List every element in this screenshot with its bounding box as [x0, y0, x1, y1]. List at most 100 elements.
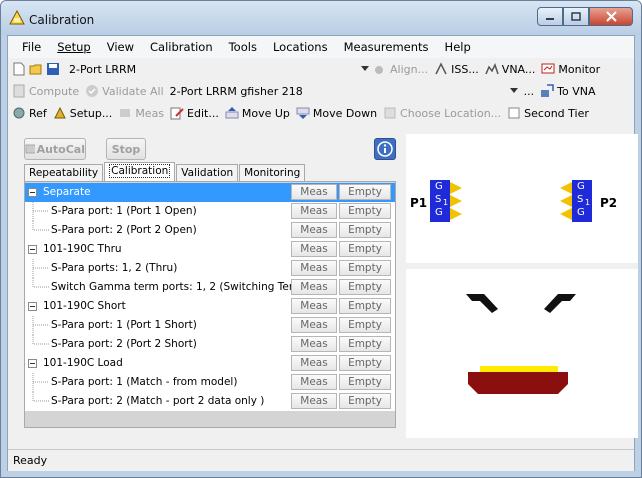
monitor-button[interactable]: Monitor [541, 62, 600, 76]
edit-button[interactable]: Edit... [170, 106, 219, 120]
step-row[interactable]: S-Para port: 2 (Match - port 2 data only… [25, 392, 395, 411]
stop-button[interactable]: Stop [106, 138, 146, 160]
tab-monitoring[interactable]: Monitoring [239, 164, 306, 181]
menu-measurements[interactable]: Measurements [338, 40, 439, 54]
empty-cell-button[interactable]: Empty [339, 298, 391, 314]
validate-all-button[interactable]: Validate All [85, 84, 164, 98]
vna-button[interactable]: VNA... [485, 62, 535, 76]
meas-cell-button[interactable]: Meas [291, 298, 337, 314]
to-vna-button[interactable]: To VNA [540, 84, 596, 98]
group-row-short[interactable]: 101-190C Short Meas Empty [25, 297, 395, 316]
save-icon[interactable] [46, 62, 60, 76]
step-row[interactable]: S-Para port: 1 (Port 1 Open) Meas Empty [25, 202, 395, 221]
menu-calibration[interactable]: Calibration [144, 40, 223, 54]
empty-cell-button[interactable]: Empty [339, 393, 391, 409]
info-button[interactable] [374, 138, 396, 160]
setup-button[interactable]: Setup... [53, 106, 112, 120]
info-icon [377, 141, 393, 157]
minimize-button[interactable] [537, 7, 563, 26]
empty-cell-button[interactable]: Empty [339, 184, 391, 200]
empty-cell-button[interactable]: Empty [339, 260, 391, 276]
empty-cell-button[interactable]: Empty [339, 279, 391, 295]
second-tier-button[interactable]: Second Tier [507, 106, 589, 120]
row-label: 101-190C Load [43, 357, 123, 369]
iss-button[interactable]: ISS... [434, 62, 479, 76]
tab-repeatability[interactable]: Repeatability [24, 164, 104, 181]
load-standard-icon [468, 366, 568, 394]
stop-label: Stop [111, 142, 141, 156]
tab-validation-label: Validation [181, 167, 234, 179]
tab-monitoring-label: Monitoring [244, 167, 301, 179]
step-row[interactable]: S-Para port: 2 (Port 2 Open) Meas Empty [25, 221, 395, 240]
align-button[interactable]: Align... [373, 62, 428, 76]
row-label: S-Para ports: 1, 2 (Thru) [51, 262, 178, 274]
dropdown-arrow-icon[interactable] [509, 88, 518, 94]
step-row[interactable]: S-Para port: 1 (Port 1 Short) Meas Empty [25, 316, 395, 335]
choose-location-button[interactable]: Choose Location... [383, 106, 501, 120]
menu-help[interactable]: Help [439, 40, 481, 54]
choose-location-label: Choose Location... [400, 106, 502, 120]
menu-tools[interactable]: Tools [223, 40, 267, 54]
menu-view[interactable]: View [101, 40, 144, 54]
meas-cell-button[interactable]: Meas [291, 279, 337, 295]
status-bar: Ready [8, 449, 634, 471]
compute-button[interactable]: Compute [12, 84, 79, 98]
empty-cell-button[interactable]: Empty [339, 336, 391, 352]
probe-2-pin-sub: 1 [585, 198, 591, 207]
new-file-icon[interactable] [12, 62, 26, 76]
second-tier-label: Second Tier [524, 106, 589, 120]
collapse-icon[interactable] [28, 245, 37, 254]
collapse-icon[interactable] [28, 359, 37, 368]
meas-cell-button[interactable]: Meas [291, 336, 337, 352]
meas-cell-button[interactable]: Meas [291, 355, 337, 371]
empty-cell-button[interactable]: Empty [339, 355, 391, 371]
row-label: S-Para port: 1 (Match - from model) [51, 376, 238, 388]
empty-cell-button[interactable]: Empty [339, 222, 391, 238]
monitor-icon [541, 63, 555, 74]
maximize-button[interactable] [563, 7, 589, 26]
menu-file[interactable]: File [16, 40, 51, 54]
tab-validation[interactable]: Validation [176, 164, 239, 181]
open-folder-icon[interactable] [29, 62, 43, 76]
step-row[interactable]: S-Para port: 1 (Match - from model) Meas… [25, 373, 395, 392]
empty-cell-button[interactable]: Empty [339, 374, 391, 390]
group-row-separate[interactable]: Separate Meas Empty [25, 183, 395, 202]
empty-cell-button[interactable]: Empty [339, 241, 391, 257]
step-row[interactable]: S-Para port: 2 (Port 2 Short) Meas Empty [25, 335, 395, 354]
meas-cell-button[interactable]: Meas [291, 222, 337, 238]
meas-cell-button[interactable]: Meas [291, 184, 337, 200]
meas-cell-button[interactable]: Meas [291, 260, 337, 276]
meas-cell-button[interactable]: Meas [291, 374, 337, 390]
validate-all-label: Validate All [102, 84, 164, 98]
empty-cell-button[interactable]: Empty [339, 317, 391, 333]
row-label: Separate [43, 186, 91, 198]
group-row-load[interactable]: 101-190C Load Meas Empty [25, 354, 395, 373]
tab-calibration[interactable]: Calibration [104, 162, 176, 181]
meas-cell-button[interactable]: Meas [291, 203, 337, 219]
main-content: AutoCal Stop Repeatability Calibration V… [14, 134, 638, 446]
more-button[interactable]: ... [524, 85, 535, 98]
menu-locations[interactable]: Locations [267, 40, 338, 54]
title-bar[interactable]: Calibration [1, 1, 641, 35]
meas-cell-button[interactable]: Meas [291, 393, 337, 409]
meas-cell-button[interactable]: Meas [291, 241, 337, 257]
close-button[interactable] [589, 7, 633, 26]
meas-cell-button[interactable]: Meas [291, 317, 337, 333]
collapse-icon[interactable] [28, 302, 37, 311]
menu-setup[interactable]: Setup [51, 40, 100, 54]
move-up-button[interactable]: Move Up [225, 106, 290, 120]
meas-button[interactable]: Meas [118, 106, 164, 120]
group-row-thru[interactable]: 101-190C Thru Meas Empty [25, 240, 395, 259]
empty-cell-button[interactable]: Empty [339, 203, 391, 219]
cal-set-selector[interactable]: 2-Port LRRM gfisher 218 [170, 85, 504, 98]
probe-1-pin-g2: G [435, 207, 443, 218]
ref-button[interactable]: Ref [12, 106, 47, 120]
step-row[interactable]: S-Para ports: 1, 2 (Thru) Meas Empty [25, 259, 395, 278]
move-down-button[interactable]: Move Down [296, 106, 377, 120]
meas-label: Meas [135, 106, 165, 120]
dropdown-arrow-icon[interactable] [361, 66, 369, 72]
autocal-button[interactable]: AutoCal [24, 138, 86, 160]
step-row[interactable]: Switch Gamma term ports: 1, 2 (Switching… [25, 278, 395, 297]
collapse-icon[interactable] [28, 188, 37, 197]
checkmark-icon [86, 85, 99, 97]
